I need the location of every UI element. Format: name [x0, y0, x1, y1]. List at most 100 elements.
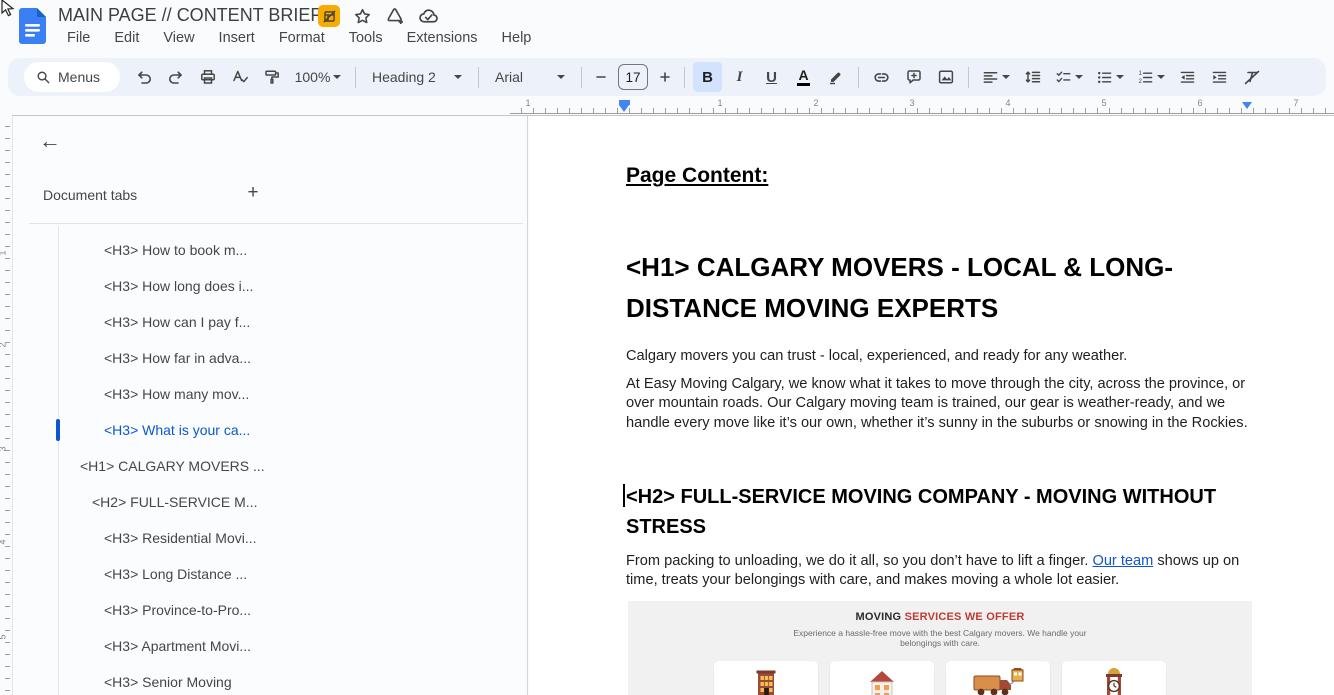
clear-formatting-button[interactable] [1237, 62, 1266, 92]
mouse-cursor-icon [0, 0, 20, 20]
increase-font-size-button[interactable] [654, 62, 676, 92]
moving-truck-icon [972, 668, 1024, 695]
outline-item[interactable]: <H3> Long Distance ... [13, 556, 527, 592]
ruler-number: 1 [0, 250, 8, 255]
ruler-ticks [5, 115, 10, 695]
ruler-number: 2 [0, 342, 8, 347]
ruler-number: 3 [909, 98, 914, 108]
increase-indent-button[interactable] [1205, 62, 1234, 92]
paint-format-button[interactable] [257, 62, 286, 92]
left-indent-marker[interactable] [619, 100, 630, 112]
ruler-number: 3 [0, 446, 8, 451]
insert-image-button[interactable] [931, 62, 960, 92]
outline-item[interactable]: <H3> Province-to-Pro... [13, 592, 527, 628]
menu-file[interactable]: File [57, 29, 100, 47]
decrease-font-size-button[interactable] [590, 62, 612, 92]
toolbar-divider [355, 67, 356, 88]
right-indent-marker[interactable] [1242, 102, 1252, 109]
print-button[interactable] [193, 62, 222, 92]
font-value: Arial [495, 69, 523, 85]
svg-text:2: 2 [1139, 77, 1143, 84]
font-family-selector[interactable]: Arial [487, 62, 573, 92]
chevron-down-icon [1116, 75, 1124, 79]
outline-item[interactable]: <H3> Residential Movi... [13, 520, 527, 556]
menu-tools[interactable]: Tools [339, 29, 393, 47]
doc-paragraph[interactable]: At Easy Moving Calgary, we know what it … [626, 375, 1254, 433]
outline-item[interactable]: <H3> How many mov... [13, 376, 527, 412]
family-house-icon [864, 668, 900, 695]
doc-paragraph[interactable]: Calgary movers you can trust - local, ex… [626, 347, 1254, 366]
italic-button[interactable]: I [725, 62, 754, 92]
add-tab-button[interactable]: + [241, 182, 265, 204]
menu-insert[interactable]: Insert [209, 29, 265, 47]
doc-paragraph[interactable]: From packing to unloading, we do it all,… [626, 552, 1254, 591]
doc-h1[interactable]: <H1> CALGARY MOVERS - LOCAL & LONG-DISTA… [626, 247, 1254, 329]
document-page[interactable]: Page Content: <H1> CALGARY MOVERS - LOCA… [529, 116, 1334, 695]
zoom-selector[interactable]: 100% [289, 62, 347, 92]
spelling-check-button[interactable] [225, 62, 254, 92]
align-selector[interactable] [977, 62, 1015, 92]
outline-item-active[interactable]: <H3> What is your ca... [13, 412, 527, 448]
ruler-number: 7 [1293, 98, 1298, 108]
outline-item[interactable]: <H3> Senior Moving [13, 664, 527, 695]
ruler-number: 2 [813, 98, 818, 108]
paragraph-style-selector[interactable]: Heading 2 [364, 62, 470, 92]
star-icon[interactable] [351, 5, 373, 27]
doc-h2[interactable]: <H2> FULL-SERVICE MOVING COMPANY - MOVIN… [626, 482, 1254, 542]
bulleted-list-selector[interactable] [1091, 62, 1129, 92]
highlight-color-button[interactable] [821, 62, 850, 92]
line-spacing-button[interactable] [1018, 62, 1047, 92]
chevron-down-icon [1002, 75, 1010, 79]
embed-title: MOVING SERVICES WE OFFER [628, 611, 1252, 623]
outline-item[interactable]: <H3> How to book m... [13, 232, 527, 268]
menu-help[interactable]: Help [492, 29, 542, 47]
outline-item[interactable]: <H2> FULL-SERVICE M... [13, 484, 527, 520]
outline-item[interactable]: <H3> How long does i... [13, 268, 527, 304]
google-docs-logo-icon[interactable] [19, 8, 46, 44]
menu-extensions[interactable]: Extensions [397, 29, 488, 47]
redo-button[interactable] [161, 62, 190, 92]
outline-item[interactable]: <H1> CALGARY MOVERS ... [13, 448, 527, 484]
clock-tower-icon [1098, 668, 1130, 695]
menu-edit[interactable]: Edit [104, 29, 149, 47]
move-to-drive-icon[interactable] [384, 5, 406, 27]
vertical-ruler: 1 2 3 4 5 [0, 115, 12, 695]
doc-section-heading[interactable]: Page Content: [626, 164, 1254, 188]
bold-button[interactable]: B [693, 62, 722, 92]
outline-item[interactable]: <H3> How can I pay f... [13, 304, 527, 340]
checklist-selector[interactable] [1050, 62, 1088, 92]
outline-item[interactable]: <H3> How far in adva... [13, 340, 527, 376]
align-left-icon [982, 69, 999, 86]
toolbar: Menus 100% Heading 2 Arial 17 B I U A [8, 58, 1326, 96]
underline-button[interactable]: U [757, 62, 786, 92]
add-comment-button[interactable] [899, 62, 928, 92]
search-menus-button[interactable]: Menus [24, 62, 120, 92]
document-title[interactable]: MAIN PAGE // CONTENT BRIEF [58, 5, 321, 26]
text-color-button[interactable]: A [789, 62, 818, 92]
ruler-number: 5 [0, 634, 8, 639]
embed-service-cards [714, 661, 1166, 695]
chevron-down-icon [1157, 75, 1165, 79]
outline-item[interactable]: <H3> Apartment Movi... [13, 628, 527, 664]
menu-format[interactable]: Format [269, 29, 335, 47]
undo-button[interactable] [129, 62, 158, 92]
app-header: MAIN PAGE // CONTENT BRIEF File E [0, 0, 1334, 55]
menu-view[interactable]: View [153, 29, 204, 47]
label-badge-icon[interactable] [318, 5, 340, 27]
service-card [830, 661, 934, 695]
our-team-link[interactable]: Our team [1092, 553, 1153, 569]
numbered-list-selector[interactable]: 12 [1132, 62, 1170, 92]
back-arrow-button[interactable]: ← [39, 130, 61, 152]
tabs-divider [29, 223, 523, 224]
toolbar-divider [968, 67, 969, 88]
doc-text: From packing to unloading, we do it all,… [626, 553, 1092, 569]
font-size-input[interactable]: 17 [618, 64, 648, 90]
decrease-indent-button[interactable] [1173, 62, 1202, 92]
embedded-services-image[interactable]: MOVING SERVICES WE OFFER Experience a ha… [628, 601, 1252, 695]
insert-link-button[interactable] [867, 62, 896, 92]
search-icon [36, 70, 51, 85]
document-tabs-title: Document tabs [43, 187, 137, 203]
cloud-saved-status-icon[interactable] [417, 5, 439, 27]
toolbar-divider [478, 67, 479, 88]
ruler-baseline [510, 113, 1334, 114]
